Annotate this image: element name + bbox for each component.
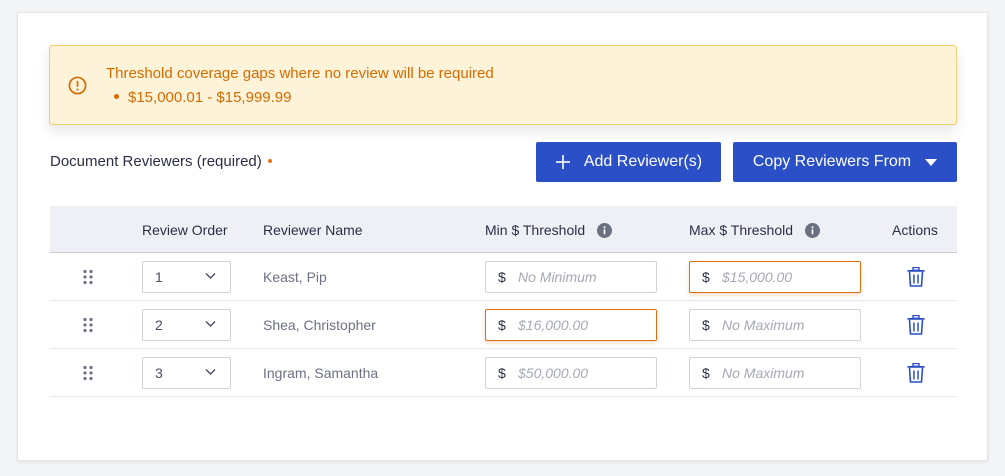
header-min-threshold: Min $ Threshold	[485, 222, 613, 239]
drag-handle-icon[interactable]	[82, 365, 94, 381]
trash-icon[interactable]	[907, 267, 925, 287]
alert-gap-item: $15,000.01 - $15,999.99	[114, 89, 291, 106]
min-threshold-input[interactable]: $ No Minimum	[485, 261, 657, 293]
max-threshold-value: $15,000.00	[722, 269, 793, 285]
header-max-threshold-label: Max $ Threshold	[689, 222, 794, 238]
drag-handle-icon[interactable]	[82, 317, 94, 333]
min-threshold-value: No Minimum	[518, 269, 597, 285]
currency-symbol: $	[498, 317, 506, 333]
reviewer-name: Ingram, Samantha	[263, 365, 379, 381]
currency-symbol: $	[702, 269, 710, 285]
reviewers-card: Threshold coverage gaps where no review …	[17, 12, 988, 461]
review-order-value: 1	[155, 269, 163, 285]
review-order-value: 3	[155, 365, 163, 381]
required-indicator-icon	[267, 159, 272, 164]
add-reviewer-button[interactable]: Add Reviewer(s)	[536, 142, 721, 182]
trash-icon[interactable]	[907, 363, 925, 383]
header-reviewer-name[interactable]: Reviewer Name	[263, 222, 363, 238]
alert-title: Threshold coverage gaps where no review …	[106, 65, 494, 82]
review-order-select[interactable]: 1	[142, 261, 231, 293]
chevron-down-icon	[205, 320, 216, 328]
table-header: Review Order Reviewer Name Min $ Thresho…	[50, 206, 957, 253]
info-icon[interactable]	[804, 222, 820, 238]
currency-symbol: $	[498, 365, 506, 381]
max-threshold-input[interactable]: $ No Maximum	[689, 309, 861, 341]
currency-symbol: $	[702, 317, 710, 333]
header-review-order[interactable]: Review Order	[142, 222, 228, 238]
currency-symbol: $	[498, 269, 506, 285]
min-threshold-value: $16,000.00	[518, 317, 589, 333]
chevron-down-icon	[205, 272, 216, 280]
review-order-select[interactable]: 3	[142, 357, 231, 389]
min-threshold-input[interactable]: $ $16,000.00	[485, 309, 657, 341]
max-threshold-input[interactable]: $ $15,000.00	[689, 261, 861, 293]
max-threshold-input[interactable]: $ No Maximum	[689, 357, 861, 389]
review-order-select[interactable]: 2	[142, 309, 231, 341]
copy-reviewers-button[interactable]: Copy Reviewers From	[733, 142, 957, 182]
header-actions: Actions	[892, 222, 938, 238]
currency-symbol: $	[702, 365, 710, 381]
alert-gap-text: $15,000.01 - $15,999.99	[128, 89, 292, 106]
add-reviewer-label: Add Reviewer(s)	[583, 153, 703, 170]
table-row: 2 Shea, Christopher $ $16,000.00 $ No Ma…	[50, 301, 957, 349]
warning-circle-icon	[68, 76, 87, 95]
trash-icon[interactable]	[907, 315, 925, 335]
chevron-down-icon	[205, 368, 216, 376]
review-order-value: 2	[155, 317, 163, 333]
copy-reviewers-label: Copy Reviewers From	[752, 153, 912, 170]
alert-gap-list: $15,000.01 - $15,999.99	[114, 89, 291, 106]
min-threshold-value: $50,000.00	[518, 365, 589, 381]
coverage-gap-alert: Threshold coverage gaps where no review …	[49, 45, 957, 125]
caret-down-icon	[925, 158, 938, 166]
header-min-threshold-label: Min $ Threshold	[485, 222, 586, 238]
info-icon[interactable]	[597, 222, 613, 238]
header-max-threshold: Max $ Threshold	[689, 222, 820, 239]
plus-icon	[555, 155, 570, 169]
max-threshold-value: No Maximum	[722, 365, 805, 381]
drag-handle-icon[interactable]	[82, 269, 94, 285]
max-threshold-value: No Maximum	[722, 317, 805, 333]
table-row: 1 Keast, Pip $ No Minimum $ $15,000.00	[50, 253, 957, 301]
reviewers-table: Review Order Reviewer Name Min $ Thresho…	[50, 206, 957, 397]
table-row: 3 Ingram, Samantha $ $50,000.00 $ No Max…	[50, 349, 957, 397]
section-title-text: Document Reviewers (required)	[50, 153, 262, 170]
min-threshold-input[interactable]: $ $50,000.00	[485, 357, 657, 389]
reviewer-name: Shea, Christopher	[263, 317, 376, 333]
bullet-icon	[114, 93, 119, 99]
section-title: Document Reviewers (required)	[50, 153, 272, 170]
reviewer-name: Keast, Pip	[263, 269, 327, 285]
